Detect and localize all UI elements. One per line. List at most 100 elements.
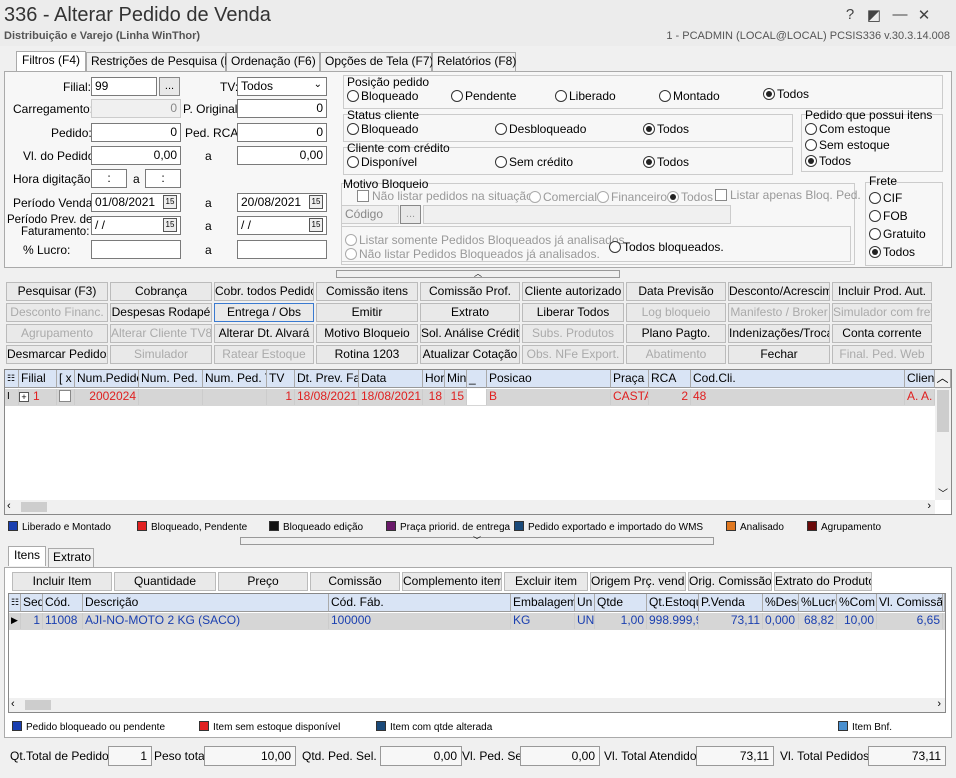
radio-itens-todos[interactable]: Todos [805, 154, 851, 168]
expand-icon[interactable]: + [19, 389, 31, 405]
preco-button[interactable]: Preço [218, 572, 308, 591]
final-ped-web-button[interactable]: Final. Ped. Web [832, 345, 932, 364]
radio-credito-todos[interactable]: Todos [643, 155, 689, 169]
radio-credito-disponivel[interactable]: Disponível [347, 155, 417, 169]
radio-frete-cif[interactable]: CIF [869, 191, 902, 205]
column-header[interactable]: Cód. Fáb. [329, 594, 511, 612]
lucro-from-input[interactable] [91, 240, 181, 259]
column-header[interactable]: Seq [21, 594, 43, 612]
cobranca-button[interactable]: Cobrança [110, 282, 212, 301]
hora-to-input[interactable]: : [145, 169, 181, 188]
codigo-lookup-button[interactable]: ... [400, 205, 421, 224]
radio-status-bloqueado[interactable]: Bloqueado [347, 122, 418, 136]
cliente-autorizado-button[interactable]: Cliente autorizado [522, 282, 624, 301]
grid-menu-icon[interactable]: ☷ [5, 370, 19, 388]
emitir-button[interactable]: Emitir [316, 303, 418, 322]
table-row[interactable]: I + 1 2002024 1 18/08/2021 18/08/2021 18… [5, 389, 935, 406]
table-row[interactable]: ▶ 1 11008 AJI-NO-MOTO 2 KG (SACO) 100000… [9, 613, 945, 630]
atualizar-cotacao-button[interactable]: Atualizar Cotação [420, 345, 520, 364]
column-header[interactable]: %Desc [763, 594, 799, 612]
radio-itens-com-estoque[interactable]: Com estoque [805, 122, 890, 136]
radio-frete-todos[interactable]: Todos [869, 245, 915, 259]
column-header[interactable]: Min [445, 370, 467, 388]
row-checkbox[interactable] [57, 389, 75, 405]
calendar-icon[interactable]: 15 [163, 195, 177, 209]
radio-credito-sem[interactable]: Sem crédito [495, 155, 573, 169]
indenizacoes-troca-button[interactable]: Indenizações/Troca [728, 324, 830, 343]
column-header[interactable]: Qt.Estoque [647, 594, 699, 612]
extrato-produto-button[interactable]: Extrato do Produto [774, 572, 872, 591]
despesas-rodape-button[interactable]: Despesas Rodapé [110, 303, 212, 322]
column-header[interactable]: RCA [649, 370, 691, 388]
extrato-button[interactable]: Extrato [420, 303, 520, 322]
radio-itens-sem-estoque[interactable]: Sem estoque [805, 138, 890, 152]
radio-frete-gratuito[interactable]: Gratuito [869, 227, 926, 241]
tab-restricoes[interactable]: Restrições de Pesquisa (F5) [86, 52, 242, 71]
scroll-right-icon[interactable]: › [927, 500, 931, 512]
column-header[interactable]: Data [359, 370, 423, 388]
close-icon[interactable]: ✕ [914, 6, 934, 24]
scroll-left-icon[interactable]: ‹ [7, 500, 11, 512]
rotina-1203-button[interactable]: Rotina 1203 [316, 345, 418, 364]
hora-from-input[interactable]: : [91, 169, 127, 188]
data-previsao-button[interactable]: Data Previsão [626, 282, 726, 301]
orig-comissao-button[interactable]: Orig. Comissão [688, 572, 772, 591]
column-header[interactable]: Num. Ped. B [139, 370, 203, 388]
desmarcar-pedidos-button[interactable]: Desmarcar Pedidos [6, 345, 108, 364]
listar-apenas-checkbox[interactable]: Listar apenas Bloq. Ped. [715, 188, 861, 202]
agrupamento-button[interactable]: Agrupamento [6, 324, 108, 343]
log-bloqueio-button[interactable]: Log bloqueio [626, 303, 726, 322]
tab-extrato[interactable]: Extrato [48, 548, 94, 567]
tab-filtros[interactable]: Filtros (F4) [16, 51, 86, 71]
p-original-input[interactable]: 0 [237, 99, 327, 118]
vl-pedido-to-input[interactable]: 0,00 [237, 146, 327, 165]
column-header[interactable] [943, 594, 945, 612]
comissao-itens-button[interactable]: Comissão itens [316, 282, 418, 301]
comissao-button[interactable]: Comissão [310, 572, 400, 591]
radio-motivo-todos[interactable]: Todos [667, 190, 713, 204]
conta-corrente-button[interactable]: Conta corrente [832, 324, 932, 343]
alterar-cliente-tv8-button[interactable]: Alterar Cliente TV8 [110, 324, 212, 343]
column-header[interactable]: Num.Pedido [75, 370, 139, 388]
column-header[interactable]: [ x [57, 370, 75, 388]
ratear-estoque-button[interactable]: Ratear Estoque [214, 345, 314, 364]
help-icon[interactable]: ? [840, 6, 860, 23]
horizontal-scrollbar[interactable]: ‹ › [5, 500, 935, 514]
radio-posicao-todos[interactable]: Todos [763, 87, 809, 101]
column-header[interactable]: Hor [423, 370, 445, 388]
radio-listar-somente-analisados[interactable]: Listar somente Pedidos Bloqueados já ana… [345, 233, 628, 247]
calendar-icon[interactable]: 15 [309, 218, 323, 232]
pedido-input[interactable]: 0 [91, 123, 181, 142]
alterar-dt-alvara-button[interactable]: Alterar Dt. Alvará [214, 324, 314, 343]
quantidade-button[interactable]: Quantidade [114, 572, 216, 591]
scroll-thumb[interactable] [937, 390, 949, 432]
radio-posicao-bloqueado[interactable]: Bloqueado [347, 89, 418, 103]
tab-opcoes-tela[interactable]: Opções de Tela (F7) [320, 52, 434, 71]
column-header[interactable]: Client [905, 370, 935, 388]
tab-ordenacao[interactable]: Ordenação (F6) [226, 52, 320, 71]
fechar-button[interactable]: Fechar [728, 345, 830, 364]
subs-produtos-button[interactable]: Subs. Produtos [522, 324, 624, 343]
obs-nfe-export-button[interactable]: Obs. NFe Export. [522, 345, 624, 364]
column-header[interactable]: Cód. [43, 594, 83, 612]
ped-rca-input[interactable]: 0 [237, 123, 327, 142]
manifesto-broker-button[interactable]: Manifesto / Broker [728, 303, 830, 322]
column-header[interactable]: Num. Ped. T [203, 370, 267, 388]
scroll-thumb[interactable] [21, 502, 47, 512]
simulador-button[interactable]: Simulador [110, 345, 212, 364]
abatimento-button[interactable]: Abatimento [626, 345, 726, 364]
column-header[interactable]: Cod.Cli. [691, 370, 905, 388]
motivo-bloqueio-button[interactable]: Motivo Bloqueio [316, 324, 418, 343]
origem-prc-venda-button[interactable]: Origem Prç. venda [590, 572, 686, 591]
column-header[interactable]: %Com. [837, 594, 877, 612]
simulador-frete-button[interactable]: Simulador com frete [832, 303, 932, 322]
minimize-icon[interactable]: — [890, 6, 910, 23]
vertical-scrollbar[interactable]: ﹀ [935, 388, 951, 500]
sol-analise-credito-button[interactable]: Sol. Análise Crédito [420, 324, 520, 343]
radio-status-desbloqueado[interactable]: Desbloqueado [495, 122, 586, 136]
column-header[interactable]: TV [267, 370, 295, 388]
desconto-financ-button[interactable]: Desconto Financ. [6, 303, 108, 322]
tv-select[interactable]: Todos ⌄ [237, 77, 327, 96]
nao-listar-checkbox[interactable]: Não listar pedidos na situação: [357, 189, 536, 203]
cobr-todos-pedidos-button[interactable]: Cobr. todos Pedidos [214, 282, 314, 301]
